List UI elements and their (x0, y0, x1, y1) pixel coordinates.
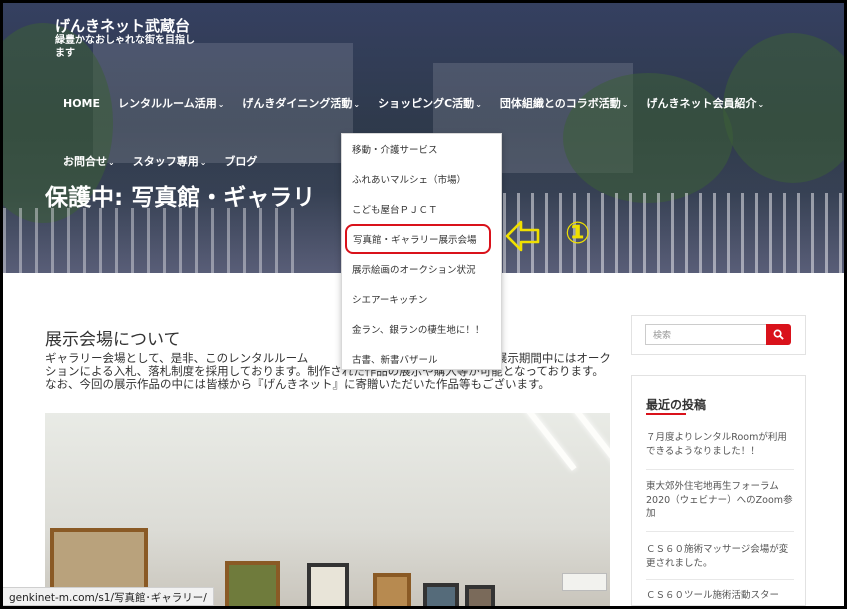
recent-post-link[interactable]: ＣＳ６０施術マッサージ会場が変更されました。 (646, 543, 794, 570)
background-tree (563, 73, 733, 203)
ceiling-light (562, 413, 610, 485)
submenu-item[interactable]: 移動・介護サービス (342, 134, 501, 164)
painting (423, 583, 459, 606)
divider (646, 579, 794, 580)
nav-item-blog[interactable]: ブログ (224, 153, 257, 169)
gallery-photo (45, 413, 610, 606)
title-underline (646, 413, 686, 415)
recent-post-link[interactable]: ＣＳ６０ツール施術活動スター (646, 589, 794, 603)
nav-item-members[interactable]: げんきネット会員紹介⌄ (646, 95, 764, 111)
nav-item-contact[interactable]: お問合せ⌄ (63, 153, 115, 169)
submenu-item[interactable]: 展示絵画のオークション状況 (342, 254, 501, 284)
submenu-item[interactable]: こども屋台ＰＪＣＴ (342, 194, 501, 224)
section-heading: 展示会場について (45, 330, 181, 350)
chevron-down-icon: ⌄ (475, 100, 482, 109)
chevron-down-icon: ⌄ (353, 100, 361, 109)
recent-post-link[interactable]: ７月度よりレンタルRoomが利用できるようなりました！！ (646, 431, 794, 458)
nav-item-shopping[interactable]: ショッピングC活動⌄ (378, 95, 482, 111)
chevron-down-icon: ⌄ (108, 158, 115, 167)
page-title: 保護中: 写真館・ギャラリ (45, 185, 316, 211)
submenu-item[interactable]: 金ラン、銀ランの棲生地に！！ (342, 314, 501, 344)
chevron-down-icon: ⌄ (199, 158, 207, 167)
search-button[interactable] (766, 324, 791, 345)
submenu-item[interactable]: 古書、新書バザール (342, 344, 501, 374)
site-title[interactable]: げんきネット武蔵台 (55, 15, 190, 36)
browser-status-url: genkinet-m.com/s1/写真館･ギャラリー/ (3, 587, 214, 606)
browser-viewport: げんきネット武蔵台 緑豊かなおしゃれな街を目指します HOME レンタルルーム活… (3, 3, 844, 606)
wall-vent (562, 573, 607, 591)
chevron-down-icon: ⌄ (757, 100, 765, 109)
nav-item-collab[interactable]: 団体組織とのコラボ活動⌄ (500, 95, 629, 111)
divider (646, 531, 794, 532)
nav-item-rental-room[interactable]: レンタルルーム活用⌄ (118, 95, 224, 111)
chevron-down-icon: ⌄ (621, 100, 629, 109)
nav-item-staff[interactable]: スタッフ専用⌄ (133, 153, 207, 169)
recent-post-link[interactable]: 東大郊外住宅地再生フォーラム2020（ウェビナー）へのZoom参加 (646, 480, 794, 521)
recent-posts-title: 最近の投稿 (646, 398, 707, 412)
background-fence (503, 193, 844, 273)
submenu-item-gallery[interactable]: 写真館・ギャラリー展示会場 (345, 224, 491, 254)
background-fence (3, 208, 303, 273)
shopping-submenu: 移動・介護サービス ふれあいマルシェ（市場） こども屋台ＰＪＣＴ 写真館・ギャラ… (341, 133, 502, 370)
site-description: 緑豊かなおしゃれな街を目指します (55, 35, 195, 59)
painting (307, 563, 349, 606)
main-nav-row-2: お問合せ⌄ スタッフ専用⌄ ブログ (63, 153, 275, 169)
submenu-item[interactable]: シエアーキッチン (342, 284, 501, 314)
section-text: ギャラリー会場として、是非、このレンタルルーム また、作品の 展示期間中にはオー… (45, 351, 611, 391)
nav-item-dining[interactable]: げんきダイニング活動⌄ (242, 95, 360, 111)
search-widget: 検索 (631, 315, 806, 355)
annotation-arrow-icon (505, 218, 541, 258)
divider (646, 469, 794, 470)
chevron-down-icon: ⌄ (217, 100, 225, 109)
ceiling-light (522, 413, 577, 471)
submenu-item[interactable]: ふれあいマルシェ（市場） (342, 164, 501, 194)
search-input[interactable]: 検索 (645, 324, 767, 345)
painting (373, 573, 411, 606)
nav-item-home[interactable]: HOME (63, 97, 100, 110)
recent-posts-widget: 最近の投稿 ７月度よりレンタルRoomが利用できるようなりました！！ 東大郊外住… (631, 375, 806, 606)
main-nav-row-1: HOME レンタルルーム活用⌄ げんきダイニング活動⌄ ショッピングC活動⌄ 団… (63, 95, 782, 111)
painting (465, 585, 495, 606)
painting (225, 561, 280, 606)
annotation-number: ① (565, 216, 591, 251)
search-icon (773, 329, 784, 340)
